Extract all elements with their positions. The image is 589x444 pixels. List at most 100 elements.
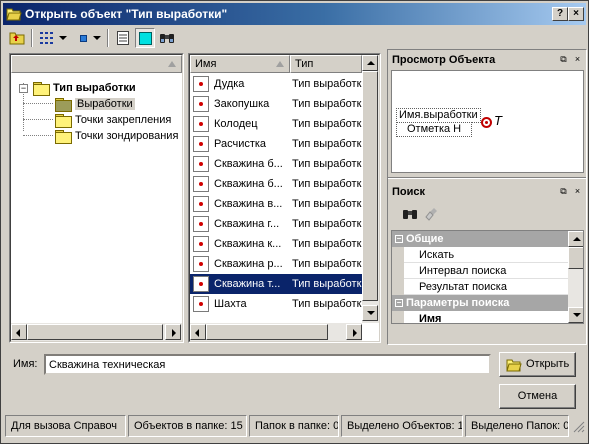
toolbar-separator (31, 29, 33, 47)
dock-icon[interactable]: ⧉ (558, 55, 569, 65)
size-grip-icon[interactable] (571, 419, 585, 435)
right-panels: Просмотр Объекта ⧉ × Имя.выработки Отмет… (387, 49, 587, 345)
list-item[interactable]: Закопушка Тип выработки (190, 94, 362, 114)
list-item[interactable]: Скважина б... Тип выработки (190, 154, 362, 174)
property-label: Искать (419, 249, 455, 261)
tree-horizontal-scrollbar[interactable] (11, 323, 182, 341)
property-group-search-params[interactable]: − Параметры поиска (392, 295, 568, 311)
scroll-left-button[interactable] (190, 324, 206, 340)
arrow-down-icon (573, 313, 581, 317)
tree-pane: − Тип выработки Выработки Точки закрепле… (9, 53, 184, 343)
title-bar[interactable]: Открыть объект "Тип выработки" ? × (3, 3, 586, 25)
up-folder-button[interactable] (7, 28, 27, 48)
close-button[interactable]: × (568, 7, 584, 21)
scroll-up-button[interactable] (568, 231, 583, 247)
well-type-icon (193, 296, 209, 312)
scroll-right-button[interactable] (165, 324, 181, 340)
arrow-right-icon (353, 329, 357, 337)
arrow-left-icon (195, 329, 199, 337)
list-item[interactable]: Дудка Тип выработки (190, 74, 362, 94)
properties-button[interactable] (113, 28, 133, 48)
open-button[interactable]: Открыть (499, 352, 576, 377)
preview-symbol-label: T (494, 113, 502, 128)
scroll-down-button[interactable] (568, 307, 583, 323)
property-row[interactable]: Искать (392, 247, 568, 263)
document-icon (117, 31, 129, 45)
preview-panel-title: Просмотр Объекта (389, 51, 585, 69)
list-item[interactable]: Колодец Тип выработки (190, 114, 362, 134)
well-type-icon (193, 76, 209, 92)
list-item-type: Тип выработки (292, 298, 362, 310)
help-button[interactable]: ? (552, 7, 568, 21)
close-icon[interactable]: × (572, 187, 583, 197)
arrow-up-icon (367, 61, 375, 65)
name-input[interactable] (44, 354, 491, 375)
list-item[interactable]: Скважина р... Тип выработки (190, 254, 362, 274)
property-row[interactable]: Результат поиска (392, 279, 568, 295)
well-symbol-dot (485, 121, 488, 124)
column-header-name[interactable]: Имя (190, 55, 290, 73)
list-item[interactable]: Скважина г... Тип выработки (190, 214, 362, 234)
icons-dropdown-button[interactable] (91, 28, 103, 48)
small-icons-button[interactable] (73, 28, 93, 48)
list-item-name: Шахта (214, 298, 247, 310)
column-header-type[interactable]: Тип (290, 55, 362, 73)
preview-icon (138, 31, 152, 45)
dock-icon[interactable]: ⧉ (558, 187, 569, 197)
tree-item-tochki-zakrepleniya[interactable]: Точки закрепления (55, 112, 171, 129)
view-dropdown-button[interactable] (57, 28, 69, 48)
tree-item-label: Выработки (75, 98, 135, 110)
list-item[interactable]: Скважина в... Тип выработки (190, 194, 362, 214)
scroll-right-button[interactable] (346, 324, 362, 340)
close-icon[interactable]: × (572, 55, 583, 65)
arrow-left-icon (16, 329, 20, 337)
preview-toggle-button[interactable] (135, 28, 155, 48)
well-type-icon (193, 256, 209, 272)
list-item-type: Тип выработки (292, 218, 362, 230)
list-item[interactable]: Скважина к... Тип выработки (190, 234, 362, 254)
list-item[interactable]: Расчистка Тип выработки (190, 134, 362, 154)
scroll-thumb[interactable] (362, 71, 378, 301)
collapse-icon: − (395, 234, 403, 243)
property-row[interactable]: Имя (392, 311, 568, 323)
list-item[interactable]: Шахта Тип выработки (190, 294, 362, 314)
scroll-up-button[interactable] (362, 55, 378, 71)
tree-header[interactable] (11, 55, 182, 73)
scroll-down-button[interactable] (362, 305, 378, 321)
scroll-thumb[interactable] (568, 247, 583, 269)
cancel-button-label: Отмена (517, 390, 558, 402)
list-item-name: Скважина в... (214, 198, 283, 210)
list-item-name: Скважина к... (214, 238, 282, 250)
view-list-button[interactable] (37, 28, 57, 48)
search-clear-button[interactable] (422, 204, 442, 224)
property-group-general[interactable]: − Общие (392, 231, 568, 247)
tree-item-root[interactable]: Тип выработки (33, 80, 136, 97)
status-selected-objects: Выделено Объектов: 1 (341, 415, 463, 437)
list-view-icon (40, 32, 53, 44)
up-folder-icon (9, 32, 25, 45)
objects-list-pane: Имя Тип Дудка Тип выработки Закопушка Тип в… (188, 53, 381, 343)
scroll-left-button[interactable] (11, 324, 27, 340)
arrow-down-icon (367, 311, 375, 315)
well-symbol-icon (481, 117, 492, 128)
well-type-icon (193, 116, 209, 132)
list-item[interactable]: Скважина б... Тип выработки (190, 174, 362, 194)
tree-item-vyrabotki[interactable]: Выработки (55, 96, 135, 113)
tree-line (23, 135, 53, 136)
tree-item-tochki-zondirovaniya[interactable]: Точки зондирования (55, 128, 178, 145)
well-type-icon (193, 96, 209, 112)
search-run-button[interactable] (400, 204, 420, 224)
panel-splitter[interactable] (388, 177, 586, 179)
find-button[interactable] (157, 28, 177, 48)
cancel-button[interactable]: Отмена (499, 384, 576, 409)
list-item-type: Тип выработки (292, 98, 362, 110)
scroll-thumb[interactable] (27, 324, 163, 340)
grid-vertical-scrollbar[interactable] (568, 231, 583, 323)
list-item[interactable]: Скважина т... Тип выработки (190, 274, 362, 294)
property-row[interactable]: Интервал поиска (392, 263, 568, 279)
list-horizontal-scrollbar[interactable] (190, 323, 362, 341)
property-group-label: Общие (406, 233, 444, 245)
list-vertical-scrollbar[interactable] (362, 55, 379, 323)
scroll-thumb[interactable] (206, 324, 328, 340)
tree-expander[interactable]: − (19, 84, 28, 93)
